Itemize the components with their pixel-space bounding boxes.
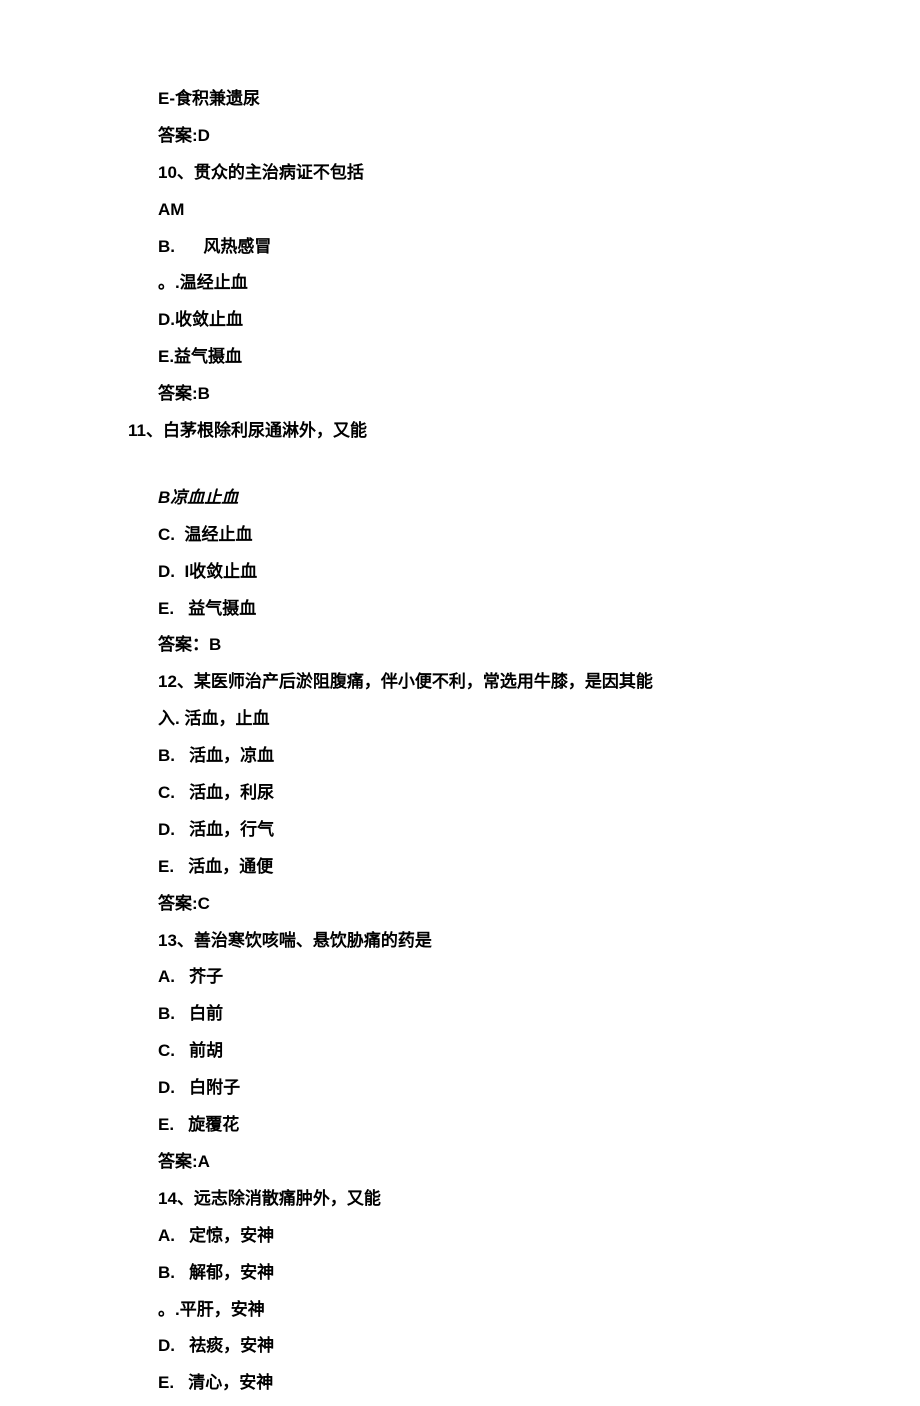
answer-line: 答案:A: [0, 1148, 920, 1177]
option-b-italic: B凉血止血: [0, 484, 920, 513]
option-c: C. 温经止血: [0, 521, 920, 550]
document-page: E-食积兼遗尿 答案:D 10、贯众的主治病证不包括 AM B. 风热感冒 。.…: [0, 0, 920, 1398]
option-e: E. 活血，通便: [0, 853, 920, 882]
option-d: D. 祛痰，安神: [0, 1332, 920, 1361]
option-a: A. 芥子: [0, 963, 920, 992]
option-d: D. 白附子: [0, 1074, 920, 1103]
question-14: 14、远志除消散痛肿外，又能: [0, 1185, 920, 1214]
option-a: A. 定惊，安神: [0, 1222, 920, 1251]
option-c: 。.平肝，安神: [0, 1296, 920, 1325]
option-c: 。.温经止血: [0, 269, 920, 298]
answer-line: 答案:C: [0, 890, 920, 919]
option-e: E. 清心，安神: [0, 1369, 920, 1398]
question-12: 12、某医师治产后淤阻腹痛，伴小便不利，常选用牛膝，是因其能: [0, 668, 920, 697]
answer-line: 答案:B: [0, 380, 920, 409]
question-10: 10、贯众的主治病证不包括: [0, 159, 920, 188]
option-d: D.收敛止血: [0, 306, 920, 335]
spacer: [0, 454, 920, 484]
option-b: B. 白前: [0, 1000, 920, 1029]
option-c: C. 前胡: [0, 1037, 920, 1066]
option-b: B. 解郁，安神: [0, 1259, 920, 1288]
option-e: E.益气摄血: [0, 343, 920, 372]
question-13: 13、善治寒饮咳喘、悬饮胁痛的药是: [0, 927, 920, 956]
option-c: C. 活血，利尿: [0, 779, 920, 808]
option-a: 入. 活血，止血: [0, 705, 920, 734]
option-b: B. 风热感冒: [0, 233, 920, 262]
answer-line: 答案:D: [0, 122, 920, 151]
option-b: B. 活血，凉血: [0, 742, 920, 771]
option-a: AM: [0, 196, 920, 225]
answer-line: 答案：B: [0, 631, 920, 660]
italic-text: B凉血止血: [158, 488, 238, 507]
option-d: D. 活血，行气: [0, 816, 920, 845]
option-e: E-食积兼遗尿: [0, 85, 920, 114]
option-e: E. 益气摄血: [0, 595, 920, 624]
option-e: E. 旋覆花: [0, 1111, 920, 1140]
question-11: 11、白茅根除利尿通淋外，又能: [0, 417, 920, 446]
option-d: D. I收敛止血: [0, 558, 920, 587]
